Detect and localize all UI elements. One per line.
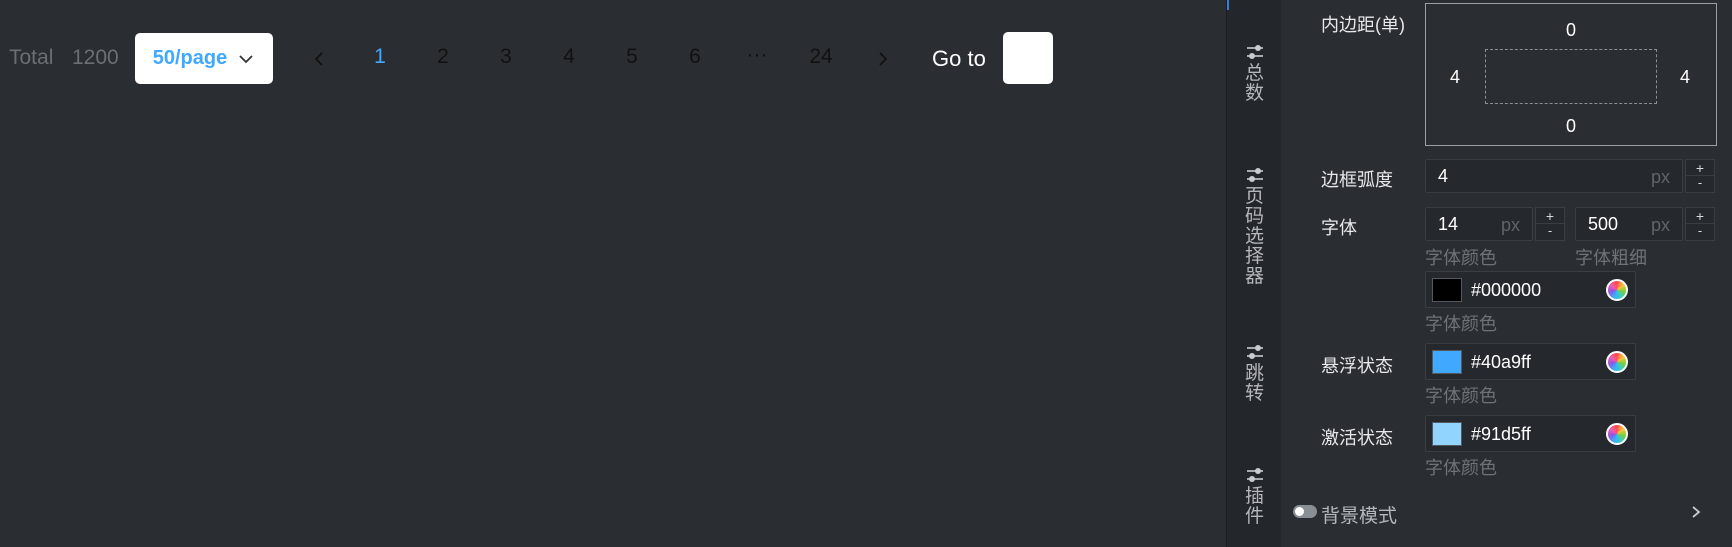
font-color-sublabel: 字体颜色 xyxy=(1425,314,1497,334)
active-state-label: 激活状态 xyxy=(1321,428,1393,448)
tab-total-char-1: 总 xyxy=(1244,63,1264,84)
tab-page-selector-char-5: 器 xyxy=(1244,266,1264,287)
font-weight-input[interactable]: 500 px xyxy=(1575,207,1683,241)
page-size-value: 50/page xyxy=(152,47,228,69)
background-mode-toggle[interactable] xyxy=(1293,505,1317,518)
tab-page-selector-char-3: 选 xyxy=(1244,226,1264,247)
prev-page-icon[interactable] xyxy=(309,48,329,70)
next-page-icon[interactable] xyxy=(873,48,893,70)
font-weight-value: 500 xyxy=(1588,214,1619,234)
tab-plugins[interactable]: 插 件 xyxy=(1227,467,1282,527)
chevron-right-icon[interactable] xyxy=(1690,505,1702,519)
font-size-value: 14 xyxy=(1438,214,1459,234)
page-4[interactable]: 4 xyxy=(549,45,589,69)
page-5[interactable]: 5 xyxy=(612,45,652,69)
padding-left-value[interactable]: 4 xyxy=(1450,67,1460,88)
sliders-icon xyxy=(1246,168,1263,182)
hover-color-hex: #40a9ff xyxy=(1471,352,1531,372)
page-3[interactable]: 3 xyxy=(486,45,526,69)
increment-button[interactable]: + xyxy=(1686,160,1714,176)
tab-page-selector-char-1: 页 xyxy=(1244,186,1264,207)
page-24[interactable]: 24 xyxy=(801,45,841,69)
radius-value: 4 xyxy=(1438,166,1449,186)
increment-button[interactable]: + xyxy=(1686,208,1714,224)
tab-page-selector[interactable]: 页 码 选 择 器 xyxy=(1227,167,1282,287)
total-count: 1200 xyxy=(72,46,119,69)
decrement-button[interactable]: - xyxy=(1686,176,1714,192)
hover-color-picker[interactable]: #40a9ff xyxy=(1425,343,1636,380)
radius-unit: px xyxy=(1650,167,1670,187)
padding-content-box xyxy=(1485,49,1657,104)
tab-jump-char-1: 跳 xyxy=(1244,363,1264,384)
sliders-icon xyxy=(1246,45,1263,59)
decrement-button[interactable]: - xyxy=(1686,224,1714,240)
padding-label: 内边距(单) xyxy=(1321,15,1405,35)
total-label: Total xyxy=(9,46,54,69)
background-mode-label[interactable]: 背景模式 xyxy=(1321,501,1397,528)
active-color-picker[interactable]: #91d5ff xyxy=(1425,415,1636,452)
font-color-picker[interactable]: #000000 xyxy=(1425,271,1636,308)
radius-input[interactable]: 4 px xyxy=(1425,159,1683,193)
tab-total[interactable]: 总 数 xyxy=(1227,44,1282,104)
page-ellipsis[interactable]: ··· xyxy=(737,43,777,67)
font-size-unit: px xyxy=(1500,215,1520,235)
decrement-button[interactable]: - xyxy=(1536,224,1564,240)
color-wheel-icon[interactable] xyxy=(1606,351,1628,373)
hover-state-label: 悬浮状态 xyxy=(1321,356,1393,376)
tab-page-selector-char-2: 码 xyxy=(1244,206,1264,227)
page-2[interactable]: 2 xyxy=(423,45,463,69)
property-tabs: 总 数 页 码 选 择 器 跳 转 插 件 xyxy=(1226,0,1281,547)
properties-panel: 内边距(单) 0 4 4 0 边框弧度 4 px + - 字体 14 px + … xyxy=(1281,0,1732,547)
font-weight-stepper[interactable]: + - xyxy=(1685,207,1715,241)
hover-color-sublabel: 字体颜色 xyxy=(1425,386,1497,406)
tab-plugins-char-1: 插 xyxy=(1244,486,1264,507)
active-color-swatch xyxy=(1432,422,1462,446)
page-6[interactable]: 6 xyxy=(675,45,715,69)
hover-color-swatch xyxy=(1432,350,1462,374)
font-label: 字体 xyxy=(1321,218,1357,238)
tab-jump-char-2: 转 xyxy=(1244,383,1264,404)
padding-bottom-value[interactable]: 0 xyxy=(1566,116,1576,137)
padding-editor: 0 4 4 0 xyxy=(1425,3,1717,146)
radius-label: 边框弧度 xyxy=(1321,170,1393,190)
color-wheel-icon[interactable] xyxy=(1606,423,1628,445)
sliders-icon xyxy=(1246,468,1263,482)
increment-button[interactable]: + xyxy=(1536,208,1564,224)
design-canvas: Total 1200 50/page 1 2 3 4 5 6 ··· 24 Go… xyxy=(0,0,1226,547)
goto-input[interactable] xyxy=(1003,32,1053,84)
padding-top-value[interactable]: 0 xyxy=(1566,20,1576,41)
font-weight-sublabel: 字体粗细 xyxy=(1575,248,1647,268)
chevron-down-icon xyxy=(239,54,253,63)
active-color-hex: #91d5ff xyxy=(1471,424,1531,444)
sliders-icon xyxy=(1246,345,1263,359)
font-color-swatch xyxy=(1432,278,1462,302)
radius-stepper[interactable]: + - xyxy=(1685,159,1715,193)
tab-total-char-2: 数 xyxy=(1244,83,1264,104)
tab-accent xyxy=(1227,0,1229,10)
page-size-select[interactable]: 50/page xyxy=(135,33,273,84)
tab-page-selector-char-4: 择 xyxy=(1244,246,1264,267)
page-1[interactable]: 1 xyxy=(360,45,400,69)
font-size-sublabel: 字体颜色 xyxy=(1425,248,1497,268)
font-size-stepper[interactable]: + - xyxy=(1535,207,1565,241)
font-size-input[interactable]: 14 px xyxy=(1425,207,1533,241)
goto-label: Go to xyxy=(932,46,986,71)
font-weight-unit: px xyxy=(1650,215,1670,235)
tab-jump[interactable]: 跳 转 xyxy=(1227,344,1282,404)
active-color-sublabel: 字体颜色 xyxy=(1425,458,1497,478)
color-wheel-icon[interactable] xyxy=(1606,279,1628,301)
padding-right-value[interactable]: 4 xyxy=(1680,67,1690,88)
font-color-hex: #000000 xyxy=(1471,280,1542,300)
tab-plugins-char-2: 件 xyxy=(1244,506,1264,527)
